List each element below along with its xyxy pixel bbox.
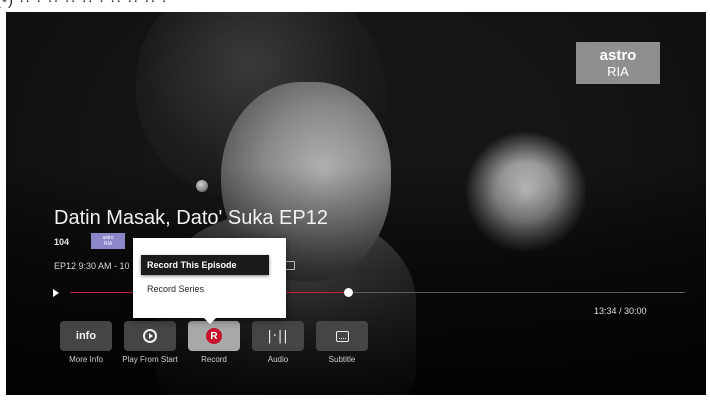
channel-logo-small-line2: RIA	[103, 241, 113, 247]
play-from-start-button[interactable]	[124, 321, 176, 351]
caption-fragment: (-) ·· · ·· ·· ·· · ·· ·· ·· ·	[0, 0, 710, 12]
audio-icon: |·||	[267, 328, 289, 344]
record-options-popup: Record This Episode Record Series	[133, 238, 286, 324]
program-title: Datin Masak, Dato' Suka EP12	[54, 207, 328, 229]
record-icon: R	[206, 328, 222, 344]
channel-logo: astro RIA	[576, 42, 660, 84]
program-time: EP12 9:30 AM - 10	[54, 261, 130, 271]
elapsed-time: 13:34 / 30:00	[594, 306, 647, 316]
subtitle-label: Subtitle	[328, 355, 356, 364]
caption-text: (-) ·· · ·· ·· ·· · ·· ·· ·· ·	[0, 0, 168, 9]
progress-handle[interactable]	[343, 288, 353, 297]
more-info-label: More Info	[69, 355, 103, 364]
channel-logo-line1: astro	[599, 47, 637, 64]
channel-logo-small: astro RIA	[91, 233, 125, 249]
subtitle-icon	[335, 330, 349, 342]
subtitle-button[interactable]	[316, 321, 368, 351]
more-info-button[interactable]: info	[60, 321, 112, 351]
tv-screen: astro RIA Datin Masak, Dato' Suka EP12 1…	[6, 12, 706, 395]
channel-number: 104	[54, 237, 70, 247]
popup-pointer	[204, 318, 216, 324]
play-from-start-label: Play From Start	[122, 355, 178, 364]
more-info-icon: info	[75, 330, 97, 342]
record-button[interactable]: R	[188, 321, 240, 351]
record-label: Record	[201, 355, 227, 364]
replay-icon	[143, 329, 157, 343]
record-this-episode-option[interactable]: Record This Episode	[141, 255, 269, 275]
play-icon[interactable]	[53, 289, 59, 297]
audio-button[interactable]: |·||	[252, 321, 304, 351]
audio-label: Audio	[267, 355, 289, 364]
record-series-option[interactable]: Record Series	[141, 279, 210, 299]
channel-logo-line2: RIA	[607, 64, 629, 79]
